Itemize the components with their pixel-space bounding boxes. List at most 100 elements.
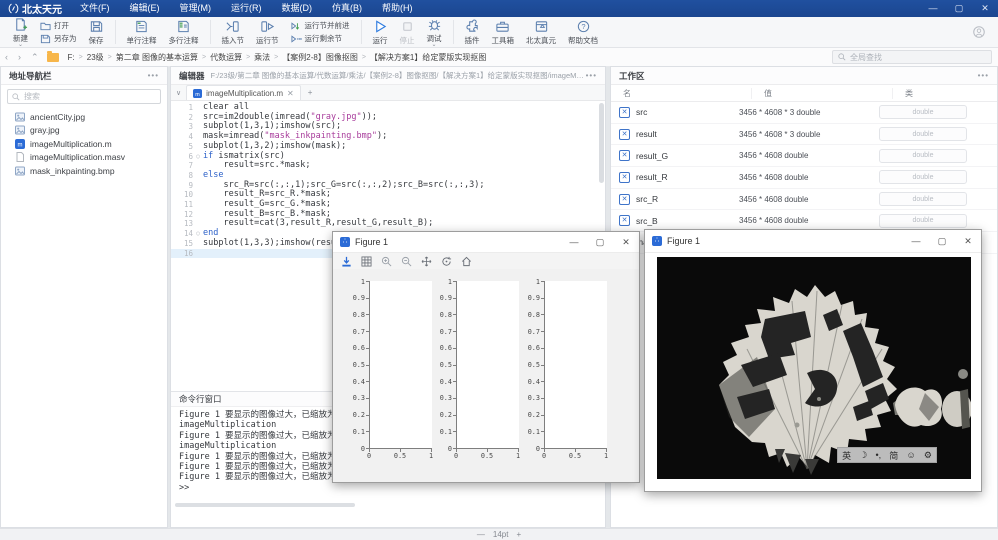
insert-section-button[interactable]: 插入节 [216,18,251,47]
figure-window-image[interactable]: ∴ Figure 1 — ▢ ✕ [644,229,982,492]
zoom-in-icon[interactable] [381,256,392,267]
more-options-icon[interactable]: ••• [978,71,989,80]
variable-class-badge[interactable]: double [879,214,967,228]
export-icon[interactable] [341,256,352,267]
menu-item[interactable]: 文件(F) [70,0,120,17]
workspace-row[interactable]: ✕ result 3456 * 4608 * 3 double double [611,124,997,146]
code-line[interactable]: 7 result=src.*mask; [171,161,605,171]
pan-icon[interactable] [421,256,432,267]
file-item[interactable]: imageMultiplication.masv [1,151,167,165]
breadcrumb-segment[interactable]: 第二章 图像的基本运算 [113,52,201,63]
file-item[interactable]: mimageMultiplication.m [1,137,167,151]
global-search-input[interactable]: 全局查找 [832,50,992,64]
maximize-button[interactable]: ▢ [929,231,955,251]
figure-window-plots[interactable]: ∴ Figure 1 — ▢ ✕ 10.90.80.70.60.50.40.30… [332,231,640,483]
figure-title-bar[interactable]: ∴ Figure 1 — ▢ ✕ [333,232,639,253]
ime-item[interactable]: 简 [889,449,898,462]
chevron-down-icon[interactable]: ∨ [171,89,186,97]
console-hscrollbar[interactable] [175,503,355,507]
editor-scrollbar[interactable] [599,103,604,183]
menu-item[interactable]: 数据(D) [272,0,323,17]
close-icon[interactable]: ✕ [287,89,294,98]
column-header-value[interactable]: 值 [751,88,892,99]
run-section-advance-button[interactable]: 运行节并前进 [289,20,352,31]
new-tab-button[interactable]: + [301,88,320,97]
minimize-button[interactable]: — [903,231,929,251]
fold-marker-icon[interactable]: ○ [193,229,203,239]
figure-canvas[interactable]: 10.90.80.70.60.50.40.30.20.1000.5110.90.… [333,268,639,482]
more-options-icon[interactable]: ••• [586,71,597,80]
column-header-name[interactable]: 名 [611,88,751,99]
new-button[interactable]: 新建 ⌄ [7,16,34,48]
zoom-out-icon[interactable] [401,256,412,267]
font-increase-button[interactable]: + [516,530,521,539]
font-decrease-button[interactable]: — [477,530,485,539]
ime-item[interactable]: •, [875,450,881,460]
close-button[interactable]: ✕ [613,232,639,252]
sidebar-search-input[interactable]: 搜索 [7,89,161,104]
save-button[interactable]: 保存 [83,18,110,47]
more-options-icon[interactable]: ••• [148,71,159,80]
single-line-comment-button[interactable]: 单行注释 [121,18,163,47]
menu-item[interactable]: 帮助(H) [372,0,423,17]
breadcrumb-segment[interactable]: 乘法 [251,52,273,63]
run-remaining-button[interactable]: 运行剩余节 [289,33,352,44]
grid-icon[interactable] [361,256,372,267]
menu-item[interactable]: 管理(M) [170,0,222,17]
breadcrumb-segment[interactable]: 【案例2-8】图像抠图 [279,52,361,63]
console-prompt[interactable]: >> [179,483,597,493]
menu-item[interactable]: 编辑(E) [120,0,170,17]
forward-arrow-icon[interactable]: › [13,52,26,62]
figure-image-canvas[interactable]: 英 ☽ •, 简 ☺ ⚙ [657,257,971,479]
variable-class-badge[interactable]: double [879,170,967,184]
close-button[interactable]: ✕ [972,0,998,17]
open-button[interactable]: 打开 [38,20,79,31]
file-item[interactable]: gray.jpg [1,124,167,138]
minimize-button[interactable]: — [561,232,587,252]
menu-item[interactable]: 仿真(B) [322,0,372,17]
breadcrumb-segment[interactable]: 代数运算 [207,52,245,63]
breadcrumb-segment[interactable]: F: [65,53,78,62]
back-arrow-icon[interactable]: ‹ [0,52,13,62]
toolbox-button[interactable]: 工具箱 [486,18,521,47]
tab-imageMultiplication[interactable]: m imageMultiplication.m ✕ [186,85,301,100]
workspace-row[interactable]: ✕ src_R 3456 * 4608 double double [611,189,997,211]
variable-class-badge[interactable]: double [879,149,967,163]
ime-item[interactable]: ⚙ [924,450,932,461]
fold-marker-icon[interactable]: ○ [193,152,203,162]
ime-language-bar[interactable]: 英 ☽ •, 简 ☺ ⚙ [837,447,937,463]
minimize-button[interactable]: — [920,0,946,17]
variable-class-badge[interactable]: double [879,105,967,119]
file-item[interactable]: ancientCity.jpg [1,110,167,124]
run-section-button[interactable]: 运行节 [250,18,285,47]
help-docs-button[interactable]: ? 帮助文档 [562,18,604,47]
run-button[interactable]: 运行 [367,18,394,47]
workspace-row[interactable]: ✕ result_G 3456 * 4608 double double [611,145,997,167]
debug-button[interactable]: 调试 ⌄ [421,16,448,48]
maximize-button[interactable]: ▢ [587,232,613,252]
file-item[interactable]: mask_inkpainting.bmp [1,164,167,178]
stop-button[interactable]: 停止 [394,18,421,47]
workspace-row[interactable]: ✕ src 3456 * 4608 * 3 double double [611,102,997,124]
breadcrumb-segment[interactable]: 23级 [84,52,107,63]
home-icon[interactable] [461,256,472,267]
ime-item[interactable]: ☺ [906,450,915,460]
multi-line-comment-button[interactable]: 多行注释 [163,18,205,47]
beitai-zhenyuan-button[interactable]: 北太真元 [520,18,562,47]
account-icon[interactable] [972,25,986,39]
rotate-icon[interactable] [441,256,452,267]
up-arrow-icon[interactable]: ⌃ [26,52,44,63]
breadcrumb-segment[interactable]: 【解决方案1】给定蒙版实现抠图 [367,52,489,63]
close-button[interactable]: ✕ [955,231,981,251]
plugin-button[interactable]: 插件 [459,18,486,47]
maximize-button[interactable]: ▢ [946,0,972,17]
save-as-button[interactable]: 另存为 [38,33,79,44]
ime-item[interactable]: 英 [842,449,851,462]
variable-class-badge[interactable]: double [879,127,967,141]
ime-item[interactable]: ☽ [859,450,867,461]
variable-class-badge[interactable]: double [879,192,967,206]
folder-icon[interactable] [47,53,59,62]
code-line[interactable]: 13 result=cat(3,result_R,result_G,result… [171,219,605,229]
column-header-class[interactable]: 类 [892,88,997,99]
menu-item[interactable]: 运行(R) [221,0,272,17]
